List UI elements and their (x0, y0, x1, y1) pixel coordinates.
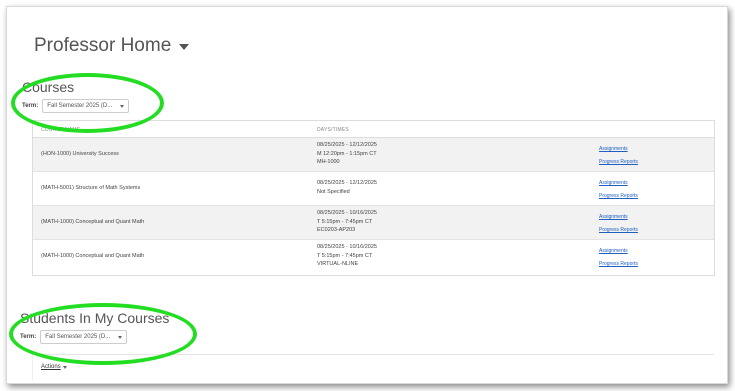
chevron-down-icon (120, 104, 125, 108)
course-time: T 5:15pm - 7:45pm CT (317, 218, 373, 225)
course-date-range: 08/25/2025 - 12/12/2025 (317, 180, 377, 186)
course-days-times: 08/25/2025 - 10/16/2025 T 5:15pm - 7:45p… (317, 209, 377, 235)
chevron-down-icon (62, 365, 67, 369)
course-links: Assignments Progress Reports (599, 245, 638, 271)
assignments-link[interactable]: Assignments (599, 177, 638, 190)
course-days-times: 08/25/2025 - 12/12/2025 M 12:20pm - 1:15… (317, 141, 377, 167)
course-time: M 12:20pm - 1:15pm CT (317, 150, 377, 157)
table-row: (MATH-1000) Conceptual and Quant Math 08… (33, 206, 714, 240)
course-time: T 5:15pm - 7:45pm CT (317, 252, 373, 259)
students-term-select[interactable]: Fall Semester 2025 (D... (40, 330, 128, 344)
course-name: (MATH-1000) Conceptual and Quant Math (41, 253, 145, 259)
progress-reports-link[interactable]: Progress Reports (599, 190, 638, 203)
chevron-down-icon (118, 335, 123, 339)
course-date-range: 08/25/2025 - 12/12/2025 (317, 142, 377, 148)
courses-term-value: Fall Semester 2025 (D... (47, 103, 113, 109)
courses-term-label: Term: (22, 103, 39, 109)
assignments-link[interactable]: Assignments (599, 143, 638, 156)
progress-reports-link[interactable]: Progress Reports (599, 156, 638, 169)
courses-table: COURSE NAME DAYS/TIMES (HON-1000) Univer… (32, 120, 715, 276)
column-header-course-name: COURSE NAME (41, 127, 81, 133)
students-heading: Students In My Courses (20, 310, 170, 326)
course-room: EC0203-AP203 (317, 227, 356, 233)
actions-label: Actions (41, 364, 61, 370)
courses-heading: Courses (22, 79, 75, 95)
course-date-range: 08/25/2025 - 10/16/2025 (317, 244, 377, 250)
page-title-dropdown[interactable]: Professor Home (34, 35, 190, 57)
assignments-link[interactable]: Assignments (599, 245, 638, 258)
course-links: Assignments Progress Reports (599, 177, 638, 203)
assignments-link[interactable]: Assignments (599, 211, 638, 224)
table-row: (HON-1000) University Success 08/25/2025… (33, 138, 714, 172)
students-term-value: Fall Semester 2025 (D... (45, 334, 111, 340)
column-header-days-times: DAYS/TIMES (317, 127, 349, 133)
course-date-range: 08/25/2025 - 10/16/2025 (317, 210, 377, 216)
course-name: (MATH-5001) Structure of Math Systems (41, 185, 141, 191)
progress-reports-link[interactable]: Progress Reports (599, 258, 638, 271)
students-term-row: Term: Fall Semester 2025 (D... (20, 330, 128, 344)
table-row: (MATH-5001) Structure of Math Systems 08… (33, 172, 714, 206)
courses-table-header: COURSE NAME DAYS/TIMES (33, 121, 714, 138)
professor-home-window: Professor Home Courses Term: Fall Semest… (6, 6, 728, 384)
page-title: Professor Home (34, 35, 172, 56)
chevron-down-icon[interactable] (179, 44, 190, 50)
course-name: (HON-1000) University Success (41, 151, 119, 157)
course-days-times: 08/25/2025 - 10/16/2025 T 5:15pm - 7:45p… (317, 243, 377, 269)
table-row: (MATH-1000) Conceptual and Quant Math 08… (33, 240, 714, 273)
course-room: VIRTUAL-NLINE (317, 261, 359, 267)
course-room: MH-1000 (317, 159, 340, 165)
actions-dropdown[interactable]: Actions (41, 364, 67, 370)
progress-reports-link[interactable]: Progress Reports (599, 224, 638, 237)
courses-term-row: Term: Fall Semester 2025 (D... (22, 99, 130, 113)
course-links: Assignments Progress Reports (599, 211, 638, 237)
students-actions-bar: Actions (32, 354, 714, 380)
students-term-label: Term: (20, 334, 37, 340)
course-time: Not Specified (317, 188, 350, 195)
courses-term-select[interactable]: Fall Semester 2025 (D... (42, 99, 130, 113)
course-days-times: 08/25/2025 - 12/12/2025 Not Specified (317, 179, 377, 196)
course-name: (MATH-1000) Conceptual and Quant Math (41, 219, 145, 225)
course-links: Assignments Progress Reports (599, 143, 638, 169)
